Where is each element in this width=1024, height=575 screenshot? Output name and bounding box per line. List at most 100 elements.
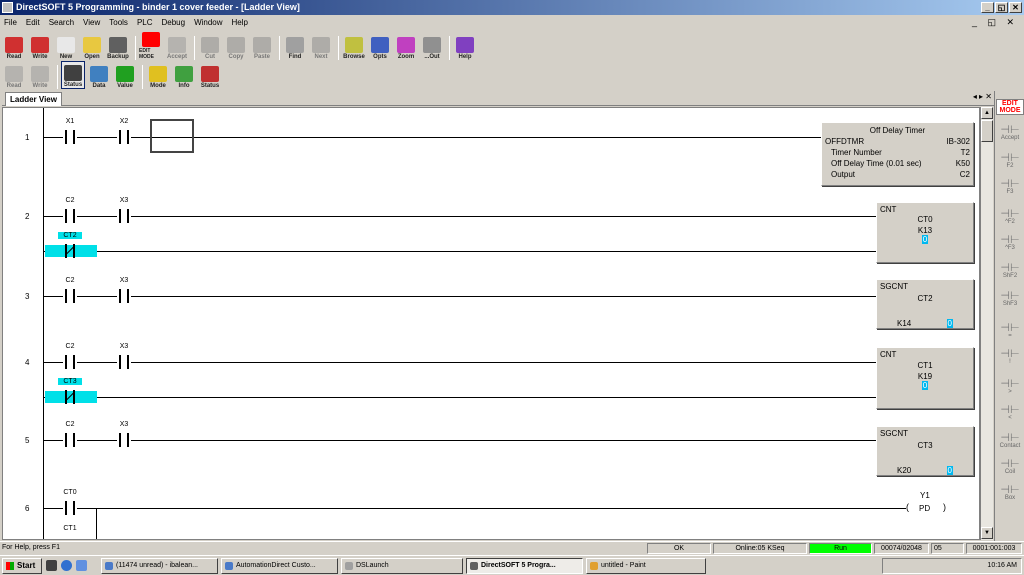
task-directsoft[interactable]: DirectSOFT 5 Progra... xyxy=(466,558,583,574)
nc-contact-CT2[interactable] xyxy=(63,244,77,258)
quicklaunch-app-icon[interactable] xyxy=(46,560,57,571)
task-email[interactable]: (11474 unread) - ibalean... xyxy=(101,558,218,574)
off-delay-timer-box[interactable]: Off Delay Timer OFFDTMR IB-302 Timer Num… xyxy=(821,122,974,186)
minimize-button[interactable]: _ xyxy=(981,2,994,13)
contact-C2[interactable] xyxy=(63,433,77,447)
task-automationdirect[interactable]: AutomationDirect Custo... xyxy=(221,558,338,574)
status-tool-button[interactable]: Status xyxy=(61,61,85,89)
timer-number-label: Timer Number xyxy=(831,148,882,157)
help-tool-button[interactable]: Help xyxy=(453,32,477,60)
data-tool-button[interactable]: Data xyxy=(87,61,111,89)
scroll-thumb[interactable] xyxy=(981,120,993,142)
menu-view[interactable]: View xyxy=(83,18,100,27)
opts-tool-button[interactable]: Opts xyxy=(368,32,392,60)
browse-tool-button[interactable]: Browse xyxy=(342,32,366,60)
counter-box-ct1[interactable]: CNT CT1 K19 0 xyxy=(876,347,974,409)
contact-C2[interactable] xyxy=(63,289,77,303)
palette-item-2[interactable]: ⊣⊢ F2 xyxy=(996,153,1024,170)
palette-item-10[interactable]: ⊣⊢ > xyxy=(996,379,1024,396)
palette-item-11[interactable]: ⊣⊢ < xyxy=(996,405,1024,422)
sgcounter-value: 0 xyxy=(946,319,953,328)
task-dslaunch[interactable]: DSLaunch xyxy=(341,558,463,574)
palette-label: Contact xyxy=(999,443,1021,449)
cut-tool-button[interactable]: Cut xyxy=(198,32,222,60)
window-title: DirectSOFT 5 Programming - binder 1 cove… xyxy=(16,2,300,12)
palette-item-14[interactable]: ⊣⊢ Box xyxy=(996,485,1024,502)
ladder-view[interactable]: 1 X1 X2 2 C2 X3 CT2 3 C2 X3 4 C2 X3 CT3 5 C2 X3 6 CT0 CT1 O… xyxy=(2,107,980,540)
menu-help[interactable]: Help xyxy=(232,18,248,27)
contact-CT0[interactable] xyxy=(63,501,77,515)
nc-contact-CT3[interactable] xyxy=(63,390,77,404)
palette-item-4[interactable]: ⊣⊢ ^F2 xyxy=(996,209,1024,226)
menu-search[interactable]: Search xyxy=(49,18,74,27)
palette-item-13[interactable]: ⊣⊢ Coil xyxy=(996,459,1024,476)
palette-item-8[interactable]: ⊣⊢ = xyxy=(996,323,1024,340)
close-button[interactable]: ✕ xyxy=(1009,2,1022,13)
paste-tool-button[interactable]: Paste xyxy=(250,32,274,60)
start-button[interactable]: Start xyxy=(2,558,42,574)
edit-mode-tool-button[interactable]: EDIT MODE xyxy=(139,32,163,60)
read2-tool-button[interactable]: Read xyxy=(2,61,26,89)
palette-item-1[interactable]: ⊣⊢ Accept xyxy=(996,125,1024,142)
sgcounter-box-ct3[interactable]: SGCNT CT3 K20 0 xyxy=(876,426,974,476)
palette-item-3[interactable]: ⊣⊢ F3 xyxy=(996,179,1024,196)
scroll-down-arrow[interactable]: ▼ xyxy=(981,527,993,539)
task-paint[interactable]: untitled - Paint xyxy=(586,558,706,574)
read-tool-button[interactable]: Read xyxy=(2,32,26,60)
clock[interactable]: 10:16 AM xyxy=(987,562,1017,569)
new-tool-button[interactable]: New xyxy=(54,32,78,60)
backup-tool-button[interactable]: Backup xyxy=(106,32,130,60)
counter-box-ct0[interactable]: CNT CT0 K13 0 xyxy=(876,202,974,263)
tab-scroll-controls[interactable]: ◂ ▸ ✕ xyxy=(973,92,992,101)
palette-item-9[interactable]: ⊣⊢! xyxy=(996,349,1024,366)
contact-C2[interactable] xyxy=(63,209,77,223)
app-window: DirectSOFT 5 Programming - binder 1 cove… xyxy=(0,0,1024,575)
palette-item-5[interactable]: ⊣⊢ ^F3 xyxy=(996,235,1024,252)
menu-file[interactable]: File xyxy=(4,18,17,27)
contact-X1[interactable] xyxy=(63,130,77,144)
zoom-tool-button[interactable]: Zoom xyxy=(394,32,418,60)
ie-icon[interactable] xyxy=(61,560,72,571)
info-tool-button[interactable]: Info xyxy=(172,61,196,89)
palette-item-7[interactable]: ⊣⊢ ShF3 xyxy=(996,291,1024,308)
contact-symbol-icon: ⊣⊢ xyxy=(1000,262,1020,274)
open-tool-button[interactable]: Open xyxy=(80,32,104,60)
tool-label: Help xyxy=(458,54,472,60)
value-tool-button[interactable]: Value xyxy=(113,61,137,89)
copy-tool-button[interactable]: Copy xyxy=(224,32,248,60)
menu-edit[interactable]: Edit xyxy=(26,18,40,27)
write2-tool-button[interactable]: Write xyxy=(28,61,52,89)
menu-window[interactable]: Window xyxy=(194,18,222,27)
counter-value: 0 xyxy=(921,235,929,244)
mdi-window-buttons[interactable]: _ ◱ ✕ xyxy=(972,17,1018,28)
accept-tool-button[interactable]: Accept xyxy=(165,32,189,60)
title-bar: DirectSOFT 5 Programming - binder 1 cove… xyxy=(0,0,1024,15)
menu-debug[interactable]: Debug xyxy=(162,18,186,27)
contact-X3[interactable] xyxy=(117,289,131,303)
mode-tool-button[interactable]: Mode xyxy=(146,61,170,89)
desktop-icon[interactable] xyxy=(76,560,87,571)
menu-plc[interactable]: PLC xyxy=(137,18,153,27)
palette-item-12[interactable]: ⊣⊢ Contact xyxy=(996,433,1024,450)
find-tool-button[interactable]: Find xyxy=(283,32,307,60)
write-tool-button[interactable]: Write xyxy=(28,32,52,60)
sgcounter-box-ct2[interactable]: SGCNT CT2 K14 0 xyxy=(876,279,974,329)
coil-mode[interactable]: PD xyxy=(919,504,930,513)
vertical-scrollbar[interactable]: ▲ ▼ xyxy=(980,107,993,540)
contact-X3[interactable] xyxy=(117,355,131,369)
contact-X2[interactable] xyxy=(117,130,131,144)
contact-X3[interactable] xyxy=(117,433,131,447)
next-tool-button[interactable]: Next xyxy=(309,32,333,60)
edit-cursor[interactable] xyxy=(150,119,194,153)
tab-ladder-view[interactable]: Ladder View xyxy=(5,92,62,106)
status2-tool-button[interactable]: Status xyxy=(198,61,222,89)
contact-X3[interactable] xyxy=(117,209,131,223)
menu-tools[interactable]: Tools xyxy=(109,18,128,27)
palette-item-0[interactable]: EDIT MODE xyxy=(996,99,1024,115)
contact-C2[interactable] xyxy=(63,355,77,369)
scroll-up-arrow[interactable]: ▲ xyxy=(981,107,993,119)
zoom-out-tool-button[interactable]: ...Out xyxy=(420,32,444,60)
instruction-palette: EDIT MODE ⊣⊢ Accept ⊣⊢ F2 ⊣⊢ F3 ⊣⊢ ^F2 ⊣⊢ ^F3 ⊣⊢ ShF… xyxy=(994,91,1024,541)
palette-item-6[interactable]: ⊣⊢ ShF2 xyxy=(996,263,1024,280)
restore-button[interactable]: ◱ xyxy=(995,2,1008,13)
